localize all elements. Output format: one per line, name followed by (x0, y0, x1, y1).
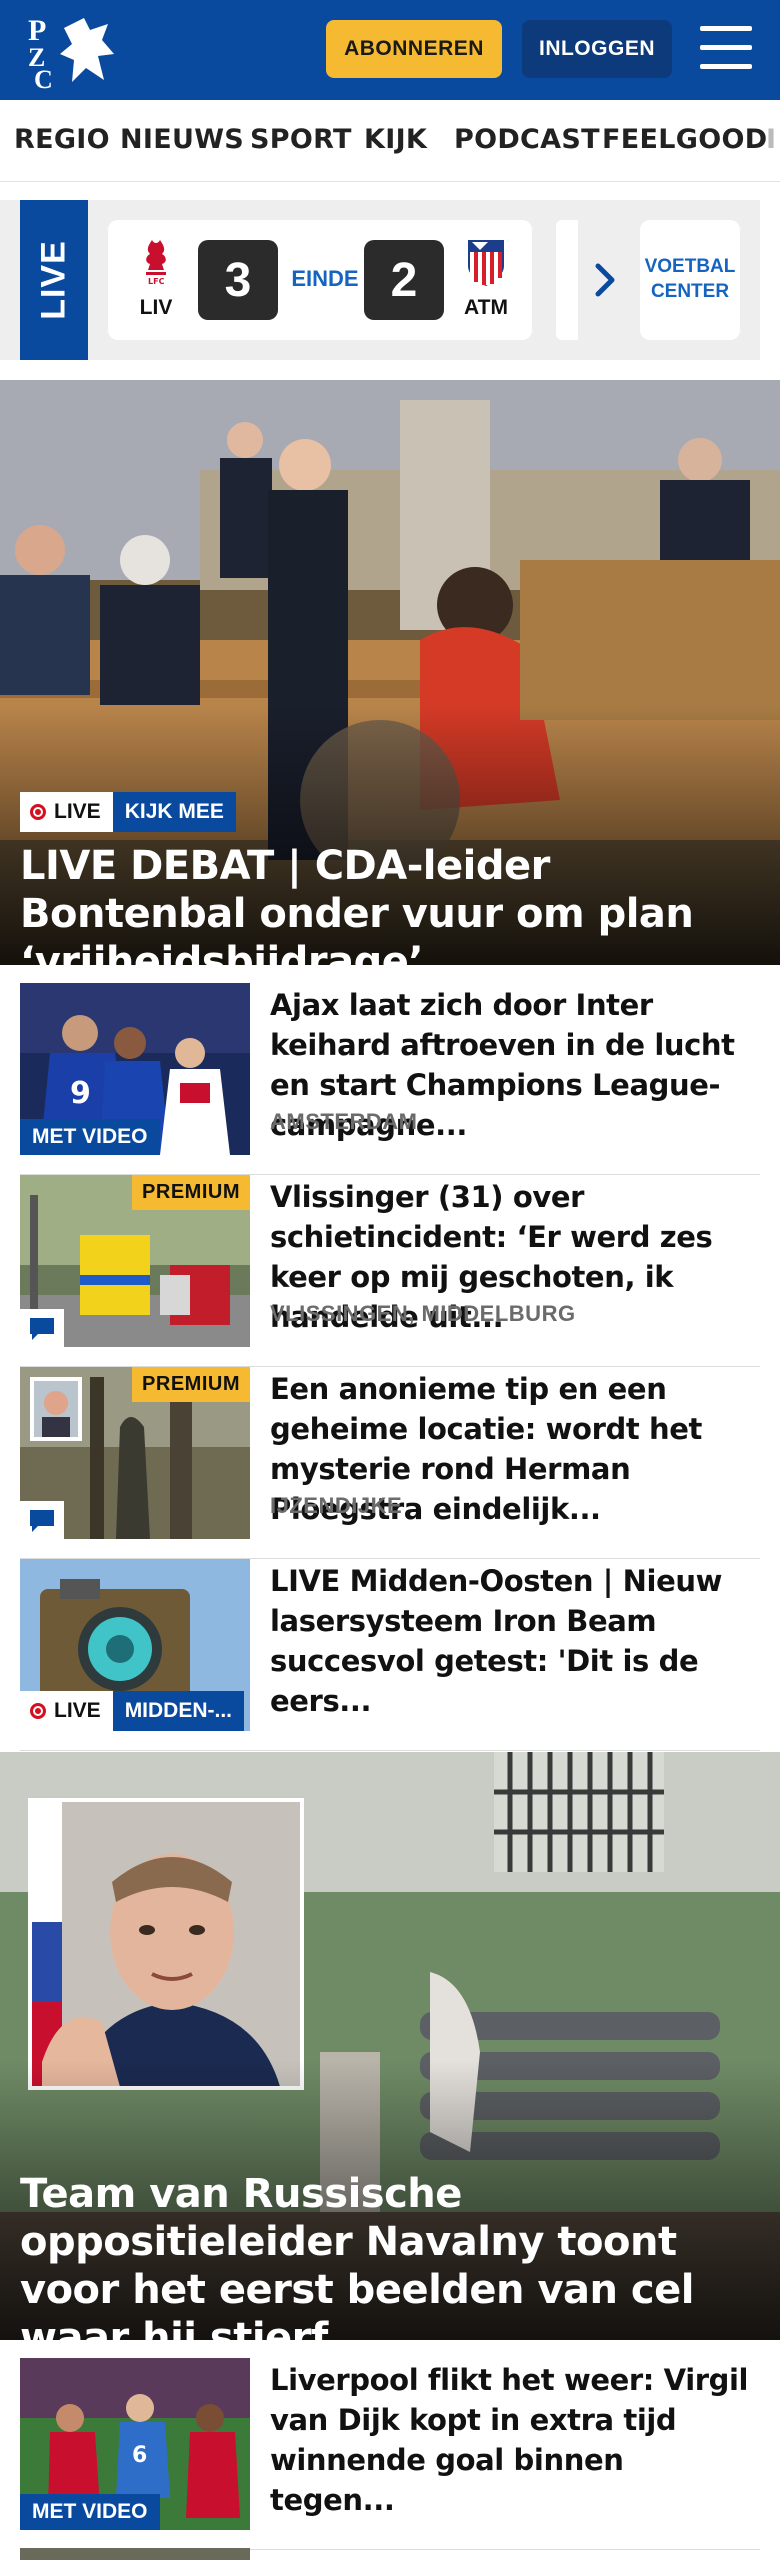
voetbal-center-button[interactable]: VOETBAL CENTER (640, 220, 740, 340)
featured-title[interactable]: Team van Russische oppositieleider Naval… (20, 2170, 770, 2340)
nav-item-regio[interactable]: REGIO (14, 124, 110, 155)
hero-tags: LIVE KIJK MEE (20, 792, 236, 832)
svg-text:9: 9 (70, 1076, 91, 1111)
live-tab[interactable]: LIVE (20, 200, 88, 360)
next-article-thumbnail (20, 2548, 250, 2560)
article-title[interactable]: LIVE Midden-Oosten | Nieuw lasersysteem … (270, 1561, 750, 1721)
pzc-logo[interactable]: P Z C (24, 10, 120, 94)
nav-item-podcast[interactable]: PODCAST (454, 124, 600, 155)
article-card[interactable]: 6 MET VIDEO Liverpool flikt het weer: Vi… (20, 2358, 760, 2550)
chevron-right-icon[interactable] (590, 260, 620, 300)
article-tag: MIDDEN-... (112, 1691, 245, 1731)
home-score: 3 (198, 240, 278, 320)
comment-icon (20, 1501, 64, 1539)
navalny-portrait (28, 1798, 304, 2090)
article-card[interactable]: PREMIUM Vlissinger (31) over schietinci­… (20, 1175, 760, 1367)
hero-tag: KIJK MEE (112, 792, 236, 832)
premium-badge: PREMIUM (132, 1175, 250, 1210)
article-title[interactable]: Liverpool flikt het weer: Virgil van Dij… (270, 2360, 750, 2520)
nav-item-nieuws[interactable]: NIEUWS (120, 124, 244, 155)
away-score: 2 (364, 240, 444, 320)
article-thumbnail: 9 MET VIDEO (20, 983, 250, 1155)
hamburger-menu-icon[interactable] (700, 26, 752, 70)
article-thumbnail: PREMIUM (20, 1367, 250, 1539)
next-match-card[interactable] (556, 220, 578, 340)
article-card[interactable]: LIVE MIDDEN-... LIVE Midden-Oosten | Nie… (20, 1559, 760, 1751)
live-badge: LIVE (20, 1691, 113, 1731)
video-badge: MET VIDEO (20, 1119, 160, 1155)
article-card[interactable]: PREMIUM Een anonieme tip en een geheime … (20, 1367, 760, 1559)
hero-article[interactable]: LIVE KIJK MEE LIVE DEBAT | CDA-leider Bo… (0, 380, 780, 965)
premium-badge: PREMIUM (132, 1367, 250, 1402)
article-location: VLISSINGEN, MIDDELBURG (270, 1301, 576, 1326)
nav-item-sport[interactable]: SPORT (250, 124, 352, 155)
site-header: P Z C ABONNEREN INLOGGEN (0, 0, 780, 100)
match-card[interactable]: LFC LIV 3 EINDE 2 ATM (108, 220, 532, 340)
subscribe-button[interactable]: ABONNEREN (326, 20, 502, 78)
match-status: EINDE (291, 266, 359, 291)
video-badge: MET VIDEO (20, 2494, 160, 2530)
main-navigation: REGIO NIEUWS SPORT KIJK PODCAST FEELGOOD… (0, 100, 780, 182)
hero-title[interactable]: LIVE DEBAT | CDA-leider Bontenbal onder … (20, 842, 770, 965)
article-location: IJZENDIJKE (270, 1493, 403, 1518)
article-location: AMSTERDAM (270, 1109, 418, 1134)
away-team-code: ATM (464, 296, 508, 319)
svg-text:6: 6 (132, 2443, 147, 2468)
login-button[interactable]: INLOGGEN (522, 20, 672, 78)
article-thumbnail: LIVE MIDDEN-... (20, 1559, 250, 1731)
live-badge: LIVE (20, 792, 113, 832)
article-tags: LIVE MIDDEN-... (20, 1691, 245, 1731)
svg-text:LFC: LFC (148, 277, 165, 286)
article-thumbnail: 6 MET VIDEO (20, 2358, 250, 2530)
svg-text:C: C (34, 65, 53, 90)
live-dot-icon (30, 1703, 46, 1719)
atletico-crest-icon (458, 236, 514, 290)
home-team-code: LIV (139, 296, 173, 319)
liverpool-crest-icon: LFC (128, 236, 184, 290)
article-thumbnail: PREMIUM (20, 1175, 250, 1347)
nav-item-feelgood[interactable]: FEELGOOD (602, 124, 767, 155)
live-tab-label: LIVE (34, 240, 73, 320)
nav-item-overflow[interactable]: I (766, 124, 776, 155)
comment-icon (20, 1309, 64, 1347)
featured-article[interactable]: Team van Russische oppositieleider Naval… (0, 1752, 780, 2340)
article-card[interactable]: 9 MET VIDEO Ajax laat zich door Inter ke… (20, 983, 760, 1175)
nav-item-kijk[interactable]: KIJK (364, 124, 427, 155)
live-dot-icon (30, 804, 46, 820)
